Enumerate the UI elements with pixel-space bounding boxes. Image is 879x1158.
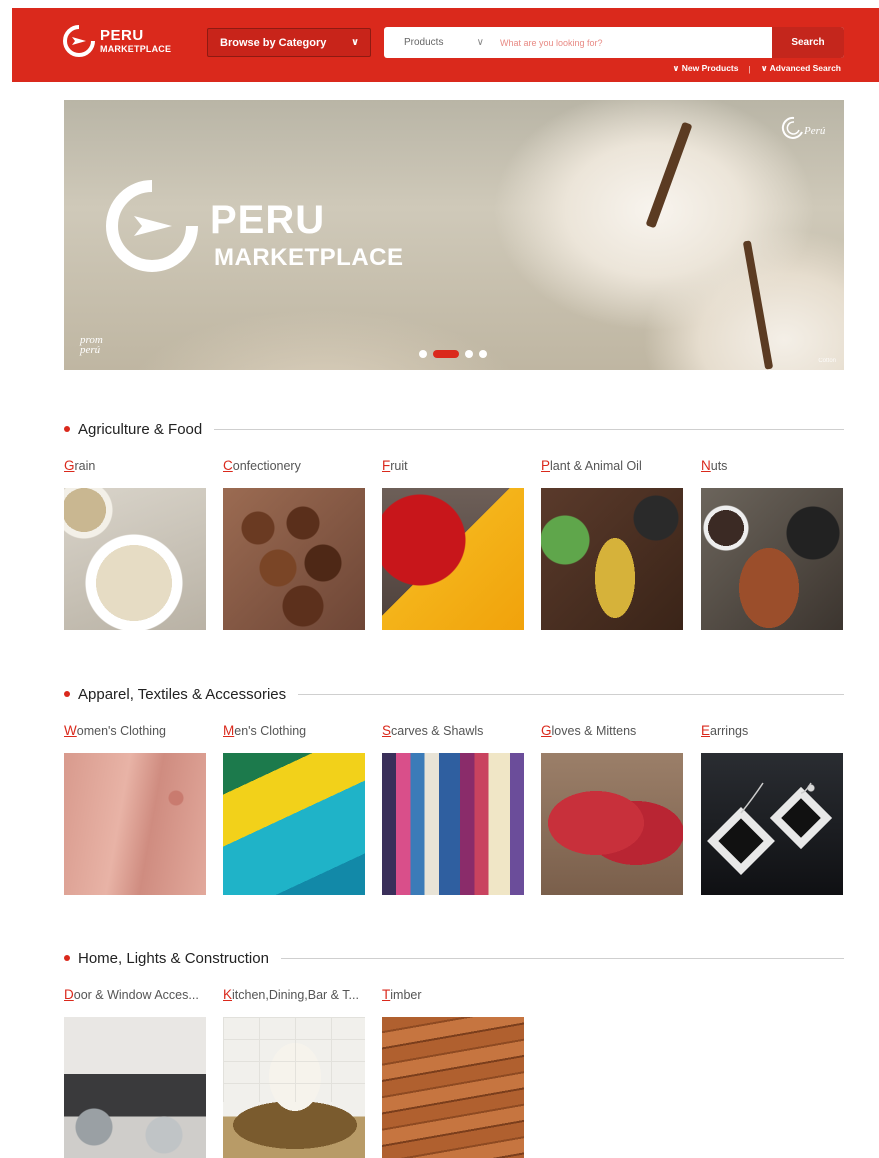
section-title[interactable]: Agriculture & Food	[78, 421, 214, 438]
carousel-dot[interactable]	[479, 350, 487, 358]
category-card-grain[interactable]: Grain	[64, 458, 206, 630]
category-cards: Grain Confectionery Fruit Plant & Animal…	[64, 458, 844, 648]
category-image[interactable]	[64, 753, 206, 895]
category-card-gloves-mittens[interactable]: Gloves & Mittens	[541, 723, 683, 895]
category-image[interactable]	[223, 488, 365, 630]
search-bar: Products ∨ What are you looking for? Sea…	[384, 27, 844, 58]
category-card-plant-animal-oil[interactable]: Plant & Animal Oil	[541, 458, 683, 630]
section-header: Agriculture & Food	[64, 418, 844, 440]
site-header: PERU MARKETPLACE Browse by Category ∨ Pr…	[12, 8, 879, 82]
tile-wall	[223, 1017, 365, 1103]
search-scope-chevron-icon: ∨	[476, 37, 484, 48]
logo-line-1: PERU	[100, 27, 144, 44]
category-label[interactable]: Timber	[382, 987, 524, 1005]
category-label[interactable]: Earrings	[701, 723, 843, 741]
section-bullet-icon	[64, 955, 70, 961]
hero-banner[interactable]: PERU MARKETPLACE prom perú Perú Cotton	[64, 100, 844, 370]
section-title[interactable]: Home, Lights & Construction	[78, 950, 281, 967]
category-label[interactable]: Men's Clothing	[223, 723, 365, 741]
category-label[interactable]: Door & Window Acces...	[64, 987, 206, 1005]
carousel-dots	[419, 350, 487, 358]
category-image[interactable]	[223, 1017, 365, 1158]
category-image[interactable]	[382, 488, 524, 630]
section-title[interactable]: Apparel, Textiles & Accessories	[78, 686, 298, 703]
category-section-home: Home, Lights & Construction Door & Windo…	[64, 947, 844, 1158]
section-header: Home, Lights & Construction	[64, 947, 844, 969]
category-section-agriculture: Agriculture & Food Grain Confectionery F…	[64, 418, 844, 648]
header-sublinks: ∨ New Products | ∨ Advanced Search	[673, 63, 841, 74]
carousel-dot-active[interactable]	[433, 350, 459, 358]
category-card-confectionery[interactable]: Confectionery	[223, 458, 365, 630]
category-card-fruit[interactable]: Fruit	[382, 458, 524, 630]
banner-cotton-stem	[742, 240, 774, 370]
section-bullet-icon	[64, 691, 70, 697]
banner-logo-line-1: PERU	[210, 198, 326, 242]
browse-label: Browse by Category	[220, 36, 327, 49]
category-card-kitchen-dining[interactable]: Kitchen,Dining,Bar & T...	[223, 987, 365, 1158]
category-card-womens-clothing[interactable]: Women's Clothing	[64, 723, 206, 895]
category-card-mens-clothing[interactable]: Men's Clothing	[223, 723, 365, 895]
category-label[interactable]: Nuts	[701, 458, 843, 476]
category-cards: Door & Window Acces... Kitchen,Dining,Ba…	[64, 987, 844, 1158]
site-logo[interactable]: PERU MARKETPLACE	[62, 24, 192, 62]
search-scope-select[interactable]: Products ∨	[384, 37, 494, 48]
category-image[interactable]	[64, 488, 206, 630]
promperu-line-2: perú	[80, 343, 101, 356]
link-separator: |	[748, 63, 751, 74]
search-scope-value: Products	[404, 37, 444, 48]
browse-by-category-dropdown[interactable]: Browse by Category ∨	[207, 28, 371, 57]
section-divider	[298, 693, 844, 695]
category-section-apparel: Apparel, Textiles & Accessories Women's …	[64, 683, 844, 913]
advanced-search-link[interactable]: ∨ Advanced Search	[761, 63, 841, 74]
category-image[interactable]	[382, 1017, 524, 1158]
category-card-nuts[interactable]: Nuts	[701, 458, 843, 630]
category-label[interactable]: Gloves & Mittens	[541, 723, 683, 741]
category-label[interactable]: Plant & Animal Oil	[541, 458, 683, 476]
carousel-dot[interactable]	[465, 350, 473, 358]
category-image[interactable]	[223, 753, 365, 895]
chevron-down-icon: ∨	[350, 37, 360, 48]
category-card-scarves-shawls[interactable]: Scarves & Shawls	[382, 723, 524, 895]
marca-peru-text: Perú	[803, 125, 826, 137]
section-header: Apparel, Textiles & Accessories	[64, 683, 844, 705]
section-divider	[214, 428, 844, 430]
peru-logo-icon	[63, 25, 95, 57]
banner-logo-text: PERU MARKETPLACE	[210, 200, 404, 270]
section-bullet-icon	[64, 426, 70, 432]
banner-logo-line-2: MARKETPLACE	[214, 244, 404, 271]
category-card-earrings[interactable]: Earrings	[701, 723, 843, 895]
marca-peru-icon: Perú	[781, 116, 826, 139]
category-cards: Women's Clothing Men's Clothing Scarves …	[64, 723, 844, 913]
logo-line-2: MARKETPLACE	[100, 44, 172, 54]
category-label[interactable]: Kitchen,Dining,Bar & T...	[223, 987, 365, 1005]
category-label[interactable]: Fruit	[382, 458, 524, 476]
banner-cotton-stem	[645, 121, 693, 229]
peru-logo-icon	[106, 180, 198, 272]
category-image[interactable]	[64, 1017, 206, 1158]
category-image[interactable]	[541, 488, 683, 630]
earrings-illustration	[707, 782, 833, 875]
new-products-link[interactable]: ∨ New Products	[673, 63, 739, 74]
banner-logo: PERU MARKETPLACE	[104, 178, 464, 278]
promperu-logo-icon: prom perú	[80, 335, 103, 356]
banner-photo-credit: Cotton	[818, 358, 836, 364]
category-image[interactable]	[701, 753, 843, 895]
category-image[interactable]	[701, 488, 843, 630]
category-label[interactable]: Confectionery	[223, 458, 365, 476]
carousel-dot[interactable]	[419, 350, 427, 358]
category-label[interactable]: Grain	[64, 458, 206, 476]
logo-text: PERU MARKETPLACE	[100, 28, 171, 54]
search-input[interactable]: What are you looking for?	[494, 38, 772, 48]
category-card-timber[interactable]: Timber	[382, 987, 524, 1158]
section-divider	[280, 957, 844, 959]
category-card-door-window[interactable]: Door & Window Acces...	[64, 987, 206, 1158]
category-label[interactable]: Scarves & Shawls	[382, 723, 524, 741]
category-image[interactable]	[382, 753, 524, 895]
search-button[interactable]: Search	[772, 27, 844, 58]
category-image[interactable]	[541, 753, 683, 895]
category-label[interactable]: Women's Clothing	[64, 723, 206, 741]
